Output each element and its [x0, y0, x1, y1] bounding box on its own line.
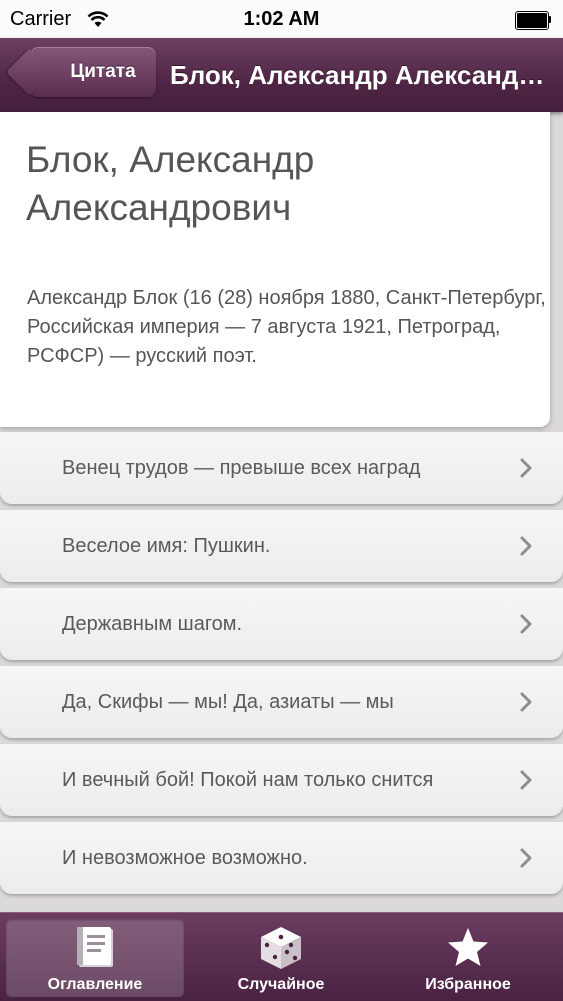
quote-list-item[interactable]: И невозможное возможно.: [0, 822, 563, 894]
chevron-right-icon: [520, 458, 532, 478]
nav-title: Блок, Александр Александрович: [170, 60, 552, 90]
quote-text: Веселое имя: Пушкин.: [62, 535, 271, 557]
tab-random[interactable]: Случайное: [192, 919, 370, 997]
quote-list-item[interactable]: И вечный бой! Покой нам только снится: [0, 744, 563, 816]
star-icon: [448, 928, 488, 966]
book-icon: [77, 927, 113, 967]
tab-bar: Оглавление Случайное Избранное: [0, 912, 563, 1001]
tab-label: Избранное: [425, 976, 511, 993]
author-bio: Александр Блок (16 (28) ноября 1880, Сан…: [27, 287, 546, 367]
chevron-right-icon: [520, 848, 532, 868]
quote-text: И вечный бой! Покой нам только снится: [62, 769, 434, 791]
chevron-right-icon: [520, 536, 532, 556]
quote-list-item[interactable]: Веселое имя: Пушкин.: [0, 510, 563, 582]
tab-label: Случайное: [237, 976, 325, 993]
quote-text: Державным шагом.: [62, 613, 243, 635]
quote-list-item[interactable]: Венец трудов — превыше всех наград: [0, 432, 563, 504]
back-button-label: Цитата: [70, 61, 136, 82]
chevron-right-icon: [520, 770, 532, 790]
chevron-right-icon: [520, 692, 532, 712]
chevron-right-icon: [520, 614, 532, 634]
quote-list-item[interactable]: Да, Скифы — мы! Да, азиаты — мы: [0, 666, 563, 738]
author-card: Блок, Александр Александрович Александр …: [0, 112, 550, 427]
quote-text: Да, Скифы — мы! Да, азиаты — мы: [62, 691, 394, 713]
dice-icon: [261, 927, 301, 969]
quote-list-item[interactable]: Державным шагом.: [0, 588, 563, 660]
back-button[interactable]: Цитата: [30, 47, 156, 97]
tab-contents[interactable]: Оглавление: [6, 919, 184, 997]
quote-text: Венец трудов — превыше всех наград: [62, 457, 421, 479]
tab-label: Оглавление: [47, 976, 143, 993]
status-bar: Carrier 1:02 AM: [0, 0, 563, 38]
clock: 1:02 AM: [243, 8, 320, 30]
battery-icon: [515, 11, 551, 30]
tab-favorites[interactable]: Избранное: [379, 919, 557, 997]
author-name: Блок, Александр Александрович: [26, 139, 315, 228]
quote-text: И невозможное возможно.: [62, 847, 308, 869]
navigation-bar: Цитата Блок, Александр Александрович: [0, 38, 563, 112]
